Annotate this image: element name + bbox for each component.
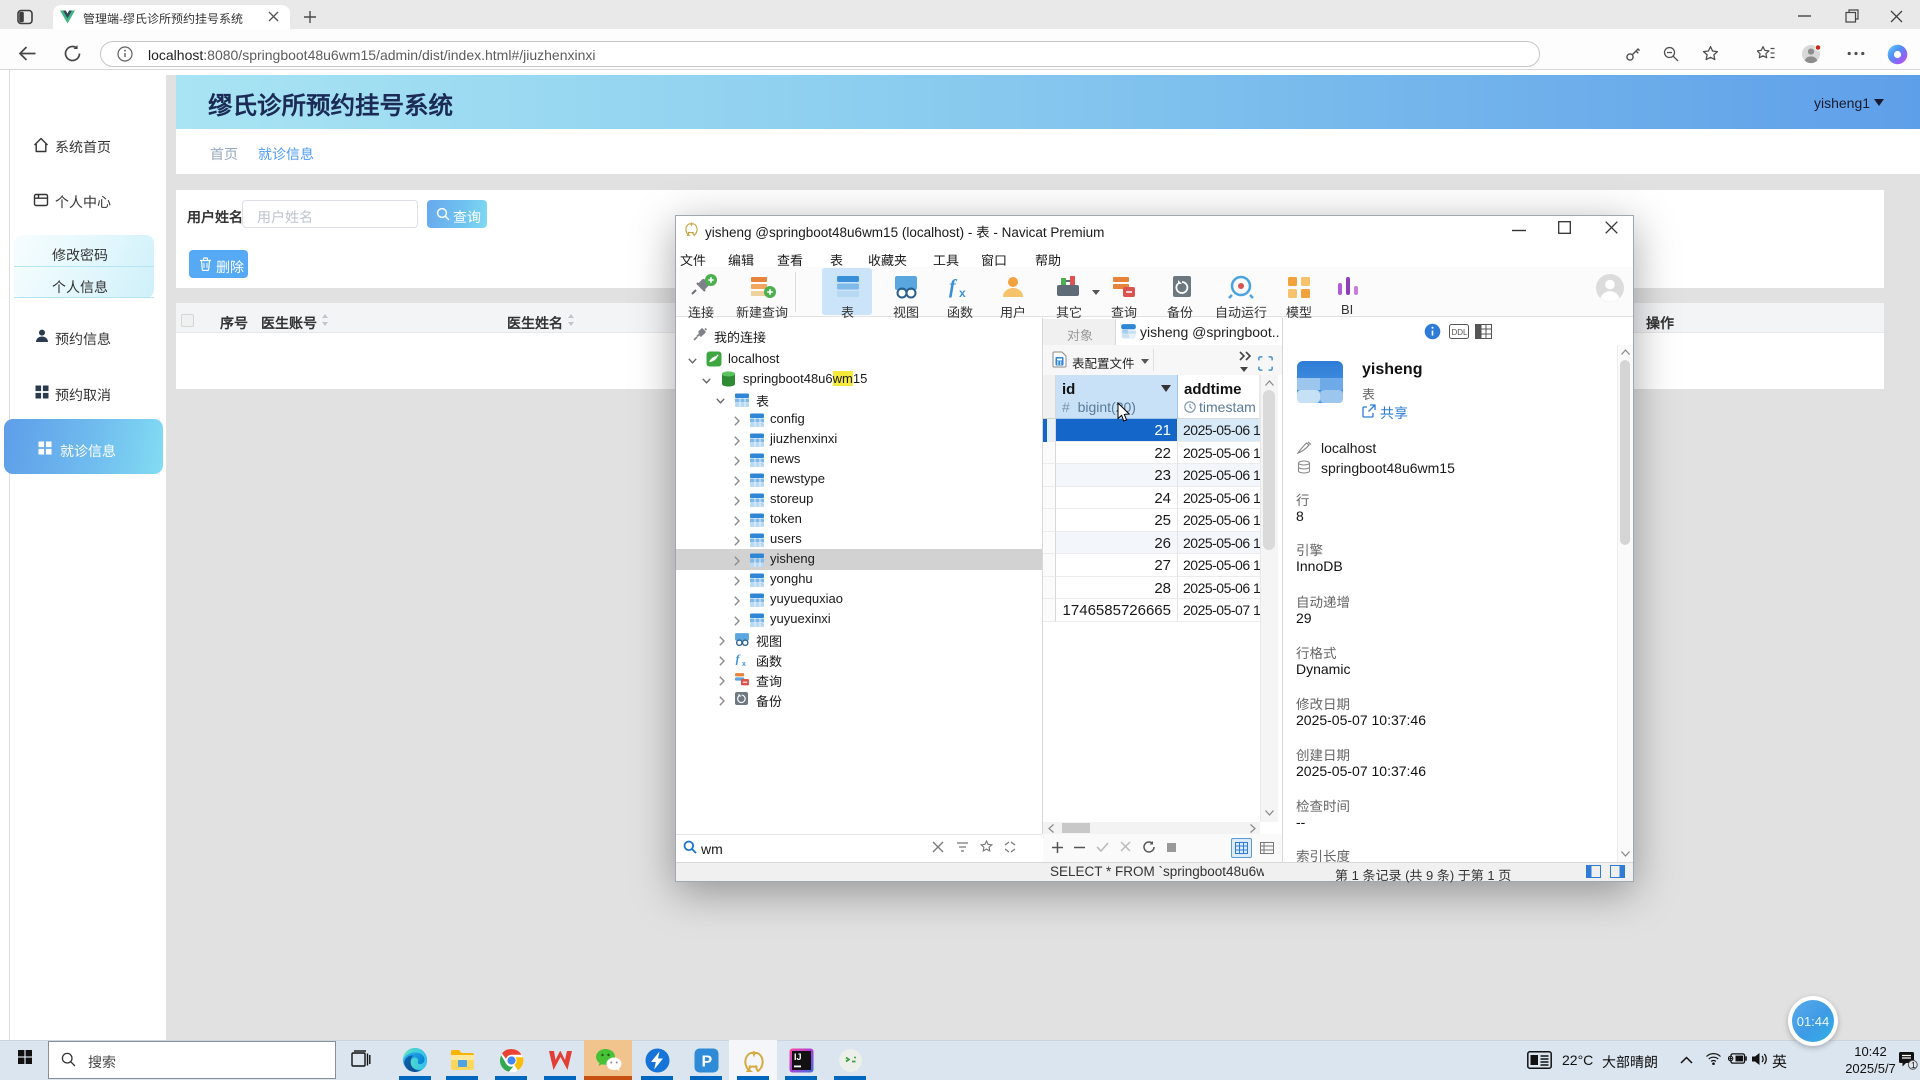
svg-text:x: x bbox=[959, 286, 966, 300]
svg-text:1: 1 bbox=[1911, 1060, 1916, 1070]
svg-text:f: f bbox=[949, 276, 958, 298]
svg-text:x: x bbox=[742, 661, 746, 667]
svg-text:DDL: DDL bbox=[1452, 328, 1469, 337]
svg-text:f: f bbox=[736, 653, 741, 666]
svg-text:P: P bbox=[702, 1054, 713, 1071]
svg-text:IJ: IJ bbox=[794, 1052, 802, 1062]
